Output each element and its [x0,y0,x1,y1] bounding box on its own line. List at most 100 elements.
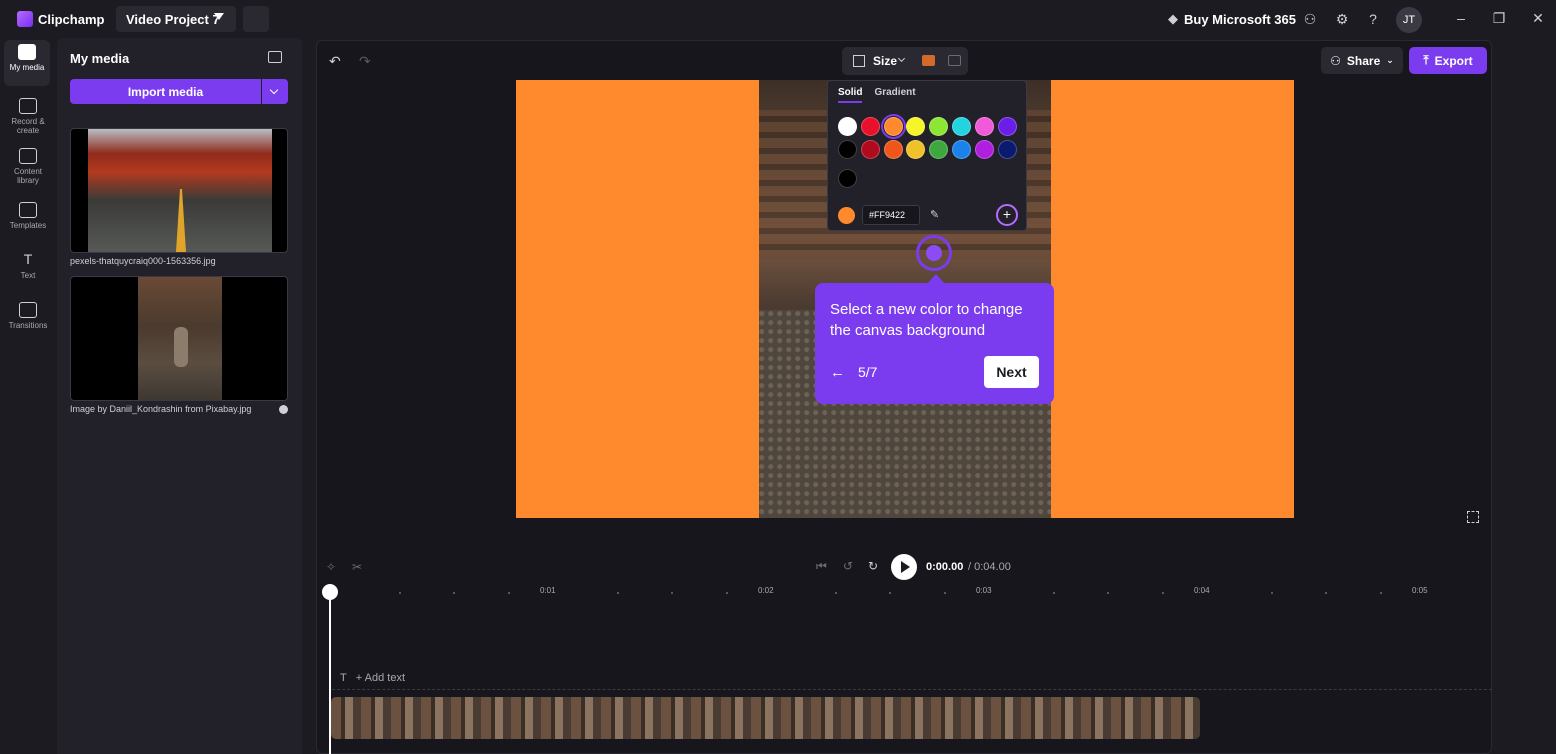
rail-item-my-media[interactable]: My media [4,40,50,86]
share-button[interactable]: ⚇ Share ⌄ [1321,47,1403,74]
scissors-icon[interactable]: ✂ [352,560,362,574]
road-thumbnail [88,129,272,252]
left-rail: My media Record & create Content library… [0,38,56,754]
camera-icon [19,98,37,114]
tick-dot [1270,592,1273,594]
rail-label: Text [20,271,36,280]
buy-microsoft-365-label: Buy Microsoft 365 [1184,11,1296,27]
tick-label: 0:01 [540,586,556,595]
forward-icon[interactable]: ↻ [868,559,878,573]
color-swatch[interactable] [997,140,1017,159]
media-item-road[interactable] [70,128,288,253]
total-time: / 0:04.00 [968,561,1011,573]
tick-dot [1161,592,1164,594]
color-swatch[interactable] [838,117,857,136]
text-icon: T [23,251,33,267]
current-time: 0:00.00 [926,561,964,573]
rail-item-transitions[interactable]: Transitions [0,298,56,344]
color-swatch[interactable] [860,117,880,136]
caret-down-icon [214,13,224,20]
import-options-dropdown[interactable] [262,79,288,104]
buy-microsoft-365-button[interactable]: ◆ Buy Microsoft 365 [1168,0,1296,38]
color-swatch[interactable] [838,140,857,159]
close-icon[interactable]: ✕ [1529,10,1547,27]
color-swatch[interactable] [952,117,971,136]
rail-item-record-create[interactable]: Record & create [0,94,56,140]
fullscreen-icon[interactable] [1467,511,1479,523]
content-library-icon [19,148,37,164]
share-label: Share [1346,53,1381,68]
tick-label: 0:02 [758,586,774,595]
color-swatch[interactable] [906,117,926,136]
color-swatch[interactable] [929,140,949,159]
project-name: Video Project 7 [126,11,220,27]
video-clip[interactable] [331,697,1200,739]
restore-icon[interactable]: ❐ [1490,10,1508,27]
aspect-ratio-icon[interactable] [948,55,961,66]
color-swatch[interactable] [906,140,926,159]
next-button[interactable]: Next [984,356,1039,388]
size-button[interactable]: Size [873,54,897,68]
current-color-swatch [838,207,855,224]
collapse-panel-icon[interactable] [268,51,282,63]
avatar[interactable]: JT [1396,7,1422,33]
export-label: Export [1434,53,1473,68]
text-track [332,689,1492,690]
color-swatch[interactable] [974,117,994,136]
play-button[interactable] [891,554,917,580]
project-name-dropdown[interactable]: Video Project 7 [116,6,236,32]
rail-label: Templates [9,221,47,230]
media-item-cat[interactable] [70,276,288,401]
hex-color-input[interactable] [862,205,920,225]
rewards-icon[interactable]: ⚇ [1302,11,1318,27]
resize-icon [853,55,865,67]
cloud-sync-off-button[interactable] [243,6,269,32]
color-swatch[interactable] [860,140,880,159]
background-color-icon[interactable] [922,55,935,66]
color-swatch[interactable] [952,140,971,159]
minimize-icon[interactable]: – [1452,10,1470,26]
add-text-track[interactable]: T + Add text [340,672,405,684]
rail-item-text[interactable]: T Text [0,248,56,294]
color-swatch[interactable] [838,169,857,188]
added-check-icon [279,405,288,414]
settings-gear-icon[interactable]: ⚙ [1334,11,1350,27]
add-custom-color-button[interactable]: + [996,204,1018,226]
tab-gradient[interactable]: Gradient [874,87,915,103]
media-panel-title: My media [70,51,130,66]
rewind-icon[interactable]: ↺ [843,559,853,573]
add-text-label: + Add text [355,672,406,684]
tick-dot [453,592,455,594]
magic-icon[interactable]: ✧ [326,560,336,574]
tick-dot [834,592,837,594]
rail-item-content-library[interactable]: Content library [0,144,56,190]
title-bar: Clipchamp Video Project 7 ◆ Buy Microsof… [0,0,1556,38]
help-icon[interactable]: ? [1365,11,1381,27]
cat-thumbnail [138,277,222,400]
import-media-button[interactable]: Import media [70,79,261,104]
rail-item-templates[interactable]: Templates [0,198,56,244]
skip-start-icon[interactable]: ⏮ [816,559,827,574]
tick-dot [1379,592,1382,594]
color-swatch[interactable] [997,117,1017,136]
tab-solid[interactable]: Solid [838,87,863,103]
eyedropper-icon[interactable]: ✎ [930,208,939,221]
color-swatch[interactable] [974,140,994,159]
color-swatch[interactable] [880,114,906,139]
tick-dot [671,592,673,594]
tick-label: 0:04 [1194,586,1210,595]
color-swatch[interactable] [883,140,903,159]
tick-label: 0:05 [1412,586,1428,595]
rail-label: My media [9,63,45,72]
tick-dot [1107,592,1109,594]
color-swatch[interactable] [929,117,949,136]
export-button[interactable]: ⤒ Export [1409,47,1487,74]
undo-icon[interactable]: ↶ [329,53,341,70]
text-icon: T [340,672,347,684]
redo-icon[interactable]: ↷ [359,53,371,70]
canvas-toolbar: Size [842,47,968,75]
playhead-handle[interactable] [322,584,338,600]
time-ruler[interactable]: 0:01 0:02 0:03 0:04 0:05 [330,584,1490,600]
transitions-icon [19,302,37,318]
back-arrow-icon[interactable]: ← [830,364,845,381]
